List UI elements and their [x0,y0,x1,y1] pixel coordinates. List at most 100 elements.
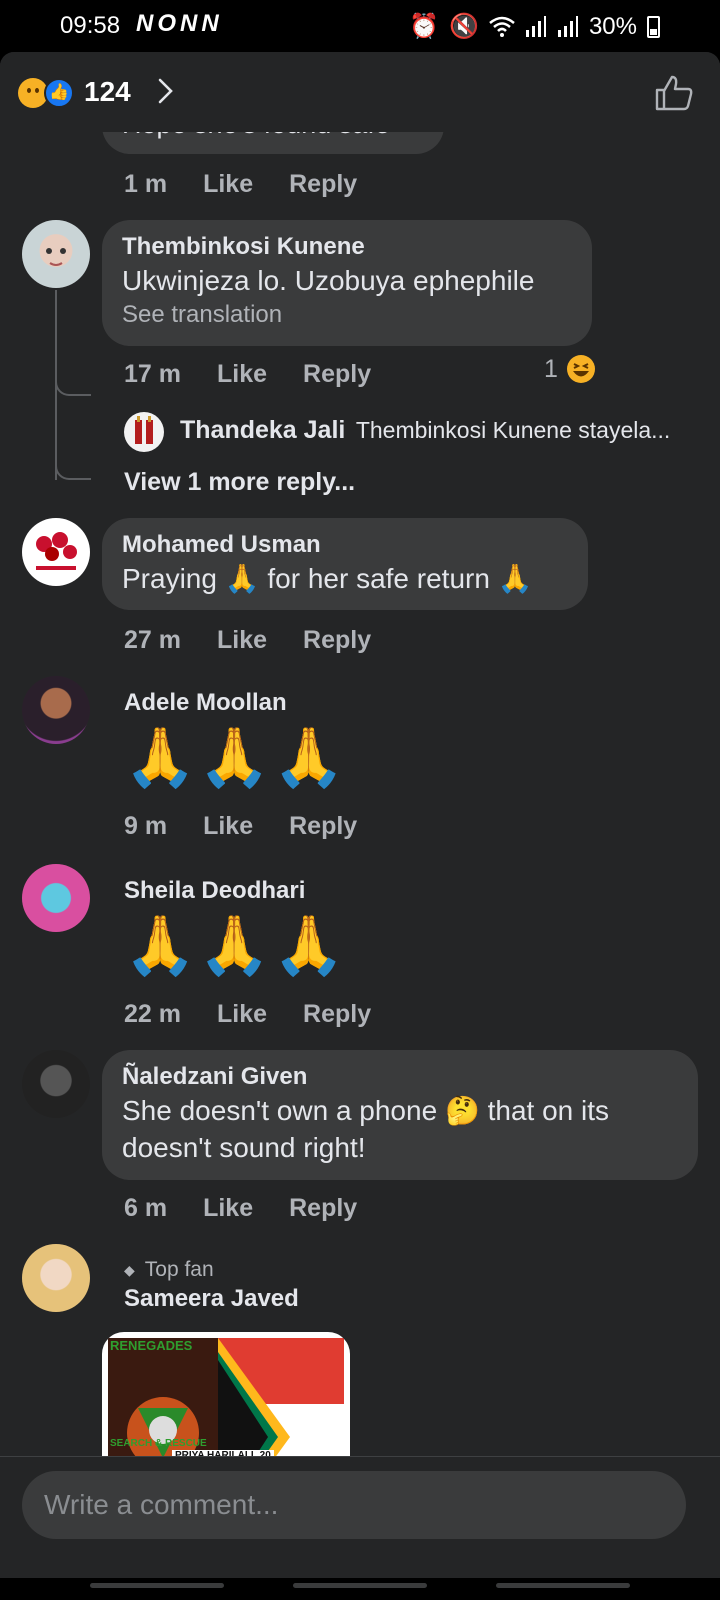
nav-home[interactable] [293,1583,427,1588]
avatar[interactable] [22,676,90,744]
notification-icons: NONN [136,10,223,37]
comment-bubble[interactable]: Hope she's found safe [102,132,444,154]
baby-face-icon [46,248,66,266]
like-reaction-icon: 👍 [44,78,74,108]
like-outline-icon[interactable] [654,74,694,112]
reply-button[interactable]: Reply [289,812,357,841]
praying-hands-icon: 🙏 [272,725,347,790]
praying-hands-icon: 🙏 [224,563,260,594]
comment-text-part: Praying [122,563,225,594]
like-button[interactable]: Like [203,1194,253,1223]
wifi-icon [489,16,515,37]
like-button[interactable]: Like [203,812,253,841]
reply-button[interactable]: Reply [289,170,357,199]
signal-icon [525,15,546,37]
alarm-icon: ⏰ [409,13,440,40]
avatar[interactable] [22,518,90,586]
praying-hands-icon: 🙏 [198,725,273,790]
image-caption-top: RENEGADES [110,1338,193,1353]
praying-hands-icon: 🙏 [497,563,533,594]
status-right: ⏰ 🔇 30% [409,12,660,41]
thread-hook [55,364,91,396]
comment-text: Hope she's found safe [122,132,424,143]
comment-text: She doesn't own a phone 🤔 that on its do… [122,1092,678,1166]
roses-avatar-image [36,532,77,570]
reactions-header: 👍 124 [0,52,720,132]
emoji-row: 🙏🙏🙏 [124,912,347,980]
comment-time: 27 m [124,626,181,654]
comment-time: 17 m [124,360,181,388]
comment-text-part: for her safe return [267,563,498,594]
thread-hook [55,452,91,480]
nav-recents[interactable] [90,1583,224,1588]
comment-text: Ukwinjeza lo. Uzobuya ephephile [122,265,535,296]
reply-button[interactable]: Reply [303,626,371,655]
like-button[interactable]: Like [217,1000,267,1029]
haha-reaction-icon [566,355,595,383]
image-caption-bottom: SEARCH & RESCUE [110,1438,207,1449]
praying-hands-icon: 🙏 [124,913,199,978]
reply-avatar[interactable] [124,412,164,452]
badge-label: Top fan [144,1258,214,1281]
like-button[interactable]: Like [203,170,253,199]
comment-author[interactable]: Mohamed Usman [122,530,568,560]
avatar[interactable] [22,1244,90,1312]
reply-button[interactable]: Reply [303,360,371,389]
reply-text: Thembinkosi Kunene stayela... [355,417,671,443]
comment-author[interactable]: Thembinkosi Kunene [122,232,572,262]
system-nav-bar [0,1578,720,1600]
comment-time: 22 m [124,1000,181,1028]
status-time: 09:58 [60,12,121,39]
diamond-icon: ◆ [124,1261,135,1278]
view-more-replies-link[interactable]: View 1 more reply... [124,468,355,497]
comment-author[interactable]: Sameera Javed [124,1284,299,1314]
comment-time: 6 m [124,1194,168,1222]
avatar[interactable] [22,1050,90,1118]
reaction-count[interactable]: 124 [84,76,131,108]
comment-actions: 1 m Like Reply [124,170,357,199]
see-translation-link[interactable]: See translation [122,299,572,331]
comment-reactions[interactable]: 1 [544,354,596,384]
reaction-count: 1 [544,354,558,383]
comment-actions: 22 m Like Reply [124,1000,371,1029]
like-button[interactable]: Like [217,360,267,389]
battery-icon [647,15,660,38]
thinking-face-icon: 🤔 [444,1095,480,1126]
reply-preview[interactable]: Thandeka Jali Thembinkosi Kunene stayela… [180,416,700,445]
comment-text-part: She doesn't own a phone [122,1095,445,1126]
comment-bubble[interactable]: Ñaledzani Given She doesn't own a phone … [102,1050,698,1180]
praying-hands-icon: 🙏 [198,913,273,978]
signal-icon-2 [557,15,578,37]
reply-author: Thandeka Jali [180,416,346,444]
chevron-right-icon[interactable] [150,76,180,106]
reactions-summary-button[interactable]: 👍 [18,78,78,110]
comment-actions: 9 m Like Reply [124,812,357,841]
avatar[interactable] [22,220,90,288]
battery-percent: 30% [588,12,637,40]
comment-bubble[interactable]: Mohamed Usman Praying 🙏 for her safe ret… [102,518,588,610]
praying-hands-icon: 🙏 [272,913,347,978]
like-button[interactable]: Like [217,626,267,655]
reply-button[interactable]: Reply [289,1194,357,1223]
comment-author[interactable]: Sheila Deodhari [124,876,305,906]
reply-button[interactable]: Reply [303,1000,371,1029]
comment-actions: 6 m Like Reply [124,1194,357,1223]
avatar[interactable] [22,864,90,932]
reply-avatar-image [135,416,153,444]
comment-bubble[interactable]: Thembinkosi Kunene Ukwinjeza lo. Uzobuya… [102,220,592,346]
comment-author[interactable]: Ñaledzani Given [122,1062,678,1092]
emoji-row: 🙏🙏🙏 [124,724,347,792]
mute-icon: 🔇 [449,13,479,40]
comment-actions: 27 m Like Reply [124,626,371,655]
nav-back[interactable] [496,1583,630,1588]
comments-sheet: 👍 124 Hope she's found safe 1 m Like Rep… [0,52,720,1600]
comments-list: Hope she's found safe 1 m Like Reply The… [0,132,720,1536]
top-fan-badge: ◆ Top fan [124,1258,214,1282]
comment-author[interactable]: Adele Moollan [124,688,287,718]
praying-hands-icon: 🙏 [124,725,199,790]
comment-actions: 17 m Like Reply [124,360,371,389]
comment-time: 1 m [124,170,168,198]
comment-input[interactable] [22,1471,686,1539]
comment-time: 9 m [124,812,168,840]
status-bar: 09:58 NONN ⏰ 🔇 30% [0,0,720,52]
